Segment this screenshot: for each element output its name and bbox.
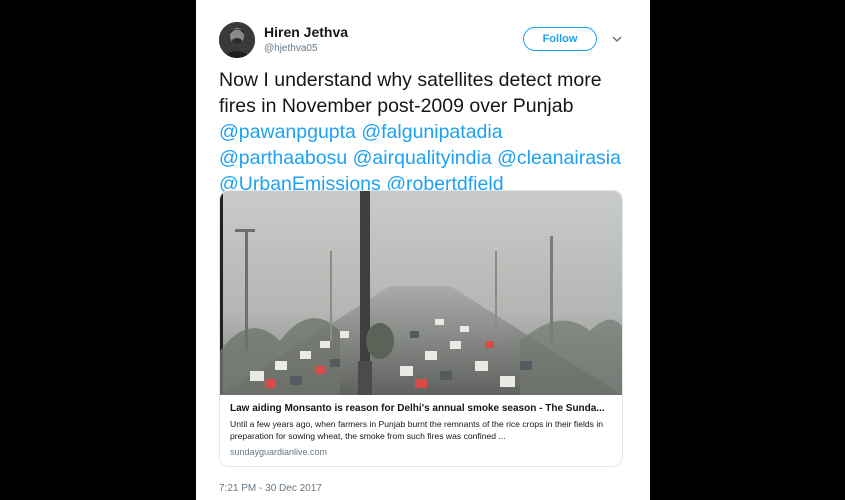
smog-traffic-photo — [220, 191, 622, 395]
mention-link[interactable]: @falgunipatadia — [361, 121, 502, 143]
tweet-text: Now I understand why satellites detect m… — [219, 67, 639, 197]
tweet-text-line: fires in November post-2009 over Punjab — [219, 95, 574, 117]
link-preview-card[interactable]: Law aiding Monsanto is reason for Delhi'… — [219, 190, 623, 467]
avatar-image — [219, 22, 255, 58]
author-name[interactable]: Hiren Jethva — [264, 24, 348, 40]
tweet-text-line: Now I understand why satellites detect m… — [219, 69, 602, 91]
avatar[interactable] — [219, 22, 255, 58]
mention-link[interactable]: @airqualityindia — [353, 147, 492, 169]
follow-button[interactable]: Follow — [523, 27, 597, 51]
tweet-card: Hiren Jethva @hjethva05 Follow Now I und… — [196, 0, 650, 500]
tweet-timestamp[interactable]: 7:21 PM - 30 Dec 2017 — [219, 483, 322, 494]
mention-link[interactable]: @pawanpgupta — [219, 121, 356, 143]
author-handle[interactable]: @hjethva05 — [264, 43, 318, 54]
chevron-down-icon[interactable] — [611, 34, 623, 44]
link-domain: sundayguardianlive.com — [230, 447, 328, 457]
link-description: Until a few years ago, when farmers in P… — [230, 419, 604, 441]
link-title[interactable]: Law aiding Monsanto is reason for Delhi'… — [230, 403, 615, 414]
mention-link[interactable]: @parthaabosu — [219, 147, 347, 169]
mention-link[interactable]: @cleanairasia — [497, 147, 621, 169]
